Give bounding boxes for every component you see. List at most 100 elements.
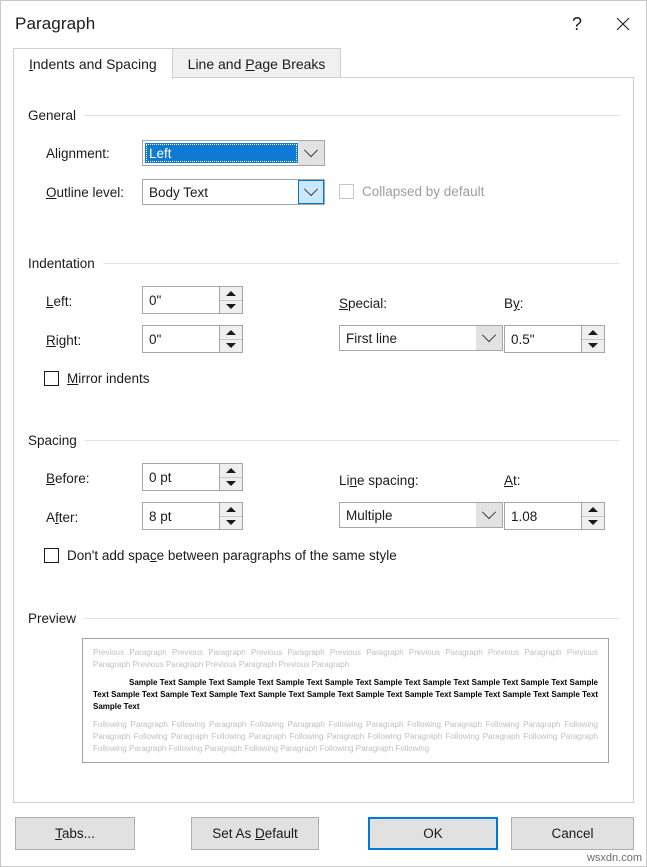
alignment-value: Left: [145, 143, 298, 163]
triangle-down-icon: [226, 304, 236, 310]
triangle-up-icon: [226, 329, 236, 335]
outline-level-dropdown-button[interactable]: [298, 180, 324, 204]
general-group-header: General: [28, 108, 619, 123]
triangle-up-icon: [226, 290, 236, 296]
indent-left-value: 0": [149, 292, 162, 308]
preview-previous-paragraph: Previous Paragraph Previous Paragraph Pr…: [93, 648, 598, 669]
spacing-after-label: After:: [46, 510, 79, 525]
indents-and-spacing-panel: General Alignment: Left Outline level: B…: [13, 77, 634, 803]
at-spinner[interactable]: 1.08: [504, 502, 605, 530]
spin-down-button[interactable]: [220, 338, 242, 352]
by-value: 0.5": [511, 331, 535, 347]
cancel-button-label: Cancel: [551, 826, 594, 841]
tab-line-label-b: age Breaks: [254, 56, 326, 72]
spacing-before-spinner[interactable]: 0 pt: [142, 463, 243, 491]
title-bar: Paragraph ?: [1, 1, 646, 47]
spin-up-button[interactable]: [582, 326, 604, 339]
indent-right-spin-buttons[interactable]: [219, 326, 242, 352]
spin-down-button[interactable]: [220, 476, 242, 490]
line-spacing-combo[interactable]: Multiple: [339, 502, 503, 528]
at-label: At:: [504, 473, 521, 488]
alignment-dropdown-button[interactable]: [298, 141, 324, 165]
indent-left-spinner[interactable]: 0": [142, 286, 243, 314]
general-heading: General: [28, 108, 77, 123]
spacing-after-spinner[interactable]: 8 pt: [142, 502, 243, 530]
mirror-indents-label: Mirror indents: [67, 371, 150, 386]
by-spin-buttons[interactable]: [581, 326, 604, 352]
triangle-down-icon: [588, 520, 598, 526]
cancel-button[interactable]: Cancel: [511, 817, 634, 850]
spin-up-button[interactable]: [582, 503, 604, 516]
collapsed-by-default-checkbox[interactable]: Collapsed by default: [339, 184, 484, 199]
spin-down-button[interactable]: [220, 299, 242, 313]
outline-level-value: Body Text: [149, 184, 209, 200]
preview-heading: Preview: [28, 611, 77, 626]
question-mark-icon: ?: [571, 14, 582, 34]
line-spacing-dropdown-button[interactable]: [476, 503, 502, 527]
indentation-group-header: Indentation: [28, 256, 619, 271]
mirror-indents-checkbox[interactable]: Mirror indents: [44, 371, 150, 386]
dont-add-space-checkbox[interactable]: Don't add space between paragraphs of th…: [44, 548, 397, 563]
indent-left-spin-buttons[interactable]: [219, 287, 242, 313]
alignment-combo[interactable]: Left: [142, 140, 325, 166]
paragraph-dialog: Paragraph ? Indents and Spacing Line and…: [0, 0, 647, 867]
triangle-down-icon: [588, 343, 598, 349]
preview-group-header: Preview: [28, 611, 619, 626]
alignment-label: Alignment:: [46, 146, 110, 161]
general-divider: [84, 115, 619, 116]
indent-right-spinner[interactable]: 0": [142, 325, 243, 353]
triangle-down-icon: [226, 520, 236, 526]
checkbox-box-icon: [339, 184, 354, 199]
ok-button[interactable]: OK: [368, 817, 498, 850]
dont-add-space-accel: c: [149, 548, 157, 563]
close-button[interactable]: [600, 1, 646, 47]
preview-divider: [84, 618, 619, 619]
spin-up-button[interactable]: [220, 464, 242, 477]
spacing-heading: Spacing: [28, 433, 77, 448]
special-label: Special:: [339, 296, 388, 311]
at-spin-buttons[interactable]: [581, 503, 604, 529]
spin-up-button[interactable]: [220, 503, 242, 516]
tab-indents-label: ndents and Spacing: [32, 56, 157, 72]
tab-line-accel: P: [245, 56, 255, 72]
set-as-default-accel: D: [255, 826, 265, 841]
spacing-after-value: 8 pt: [149, 508, 172, 524]
indentation-divider: [102, 263, 619, 264]
tab-indents-and-spacing[interactable]: Indents and Spacing: [13, 48, 173, 79]
indent-left-accel: L: [46, 294, 54, 309]
spacing-after-spin-buttons[interactable]: [219, 503, 242, 529]
spacing-before-label: Before:: [46, 471, 90, 486]
line-spacing-value: Multiple: [346, 507, 393, 523]
spacing-before-value: 0 pt: [149, 469, 172, 485]
tab-line-label-a: Line and: [187, 56, 246, 72]
spin-down-button[interactable]: [220, 515, 242, 529]
chevron-down-icon: [303, 143, 319, 158]
tabs-button-accel: T: [55, 826, 62, 841]
spin-up-button[interactable]: [220, 287, 242, 300]
triangle-down-icon: [226, 481, 236, 487]
special-combo[interactable]: First line: [339, 325, 503, 351]
special-accel: S: [339, 296, 349, 311]
spin-down-button[interactable]: [582, 515, 604, 529]
set-as-default-label: Set As Default: [212, 826, 298, 841]
outline-level-combo[interactable]: Body Text: [142, 179, 325, 205]
by-accel: y: [513, 296, 520, 311]
help-button[interactable]: ?: [554, 1, 600, 47]
by-spinner[interactable]: 0.5": [504, 325, 605, 353]
special-dropdown-button[interactable]: [476, 326, 502, 350]
set-as-default-button[interactable]: Set As Default: [191, 817, 319, 850]
watermark: wsxdn.com: [586, 852, 642, 864]
at-accel: A: [504, 473, 514, 488]
spin-down-button[interactable]: [582, 338, 604, 352]
triangle-up-icon: [588, 329, 598, 335]
spacing-before-spin-buttons[interactable]: [219, 464, 242, 490]
chevron-down-icon: [481, 328, 497, 343]
tabs-button[interactable]: Tabs...: [15, 817, 135, 850]
spin-up-button[interactable]: [220, 326, 242, 339]
special-value: First line: [346, 330, 398, 346]
tab-line-and-page-breaks[interactable]: Line and Page Breaks: [171, 48, 342, 78]
triangle-up-icon: [226, 506, 236, 512]
outline-level-label: Outline level:: [46, 185, 125, 200]
triangle-up-icon: [226, 467, 236, 473]
preview-box: Previous Paragraph Previous Paragraph Pr…: [82, 638, 609, 763]
